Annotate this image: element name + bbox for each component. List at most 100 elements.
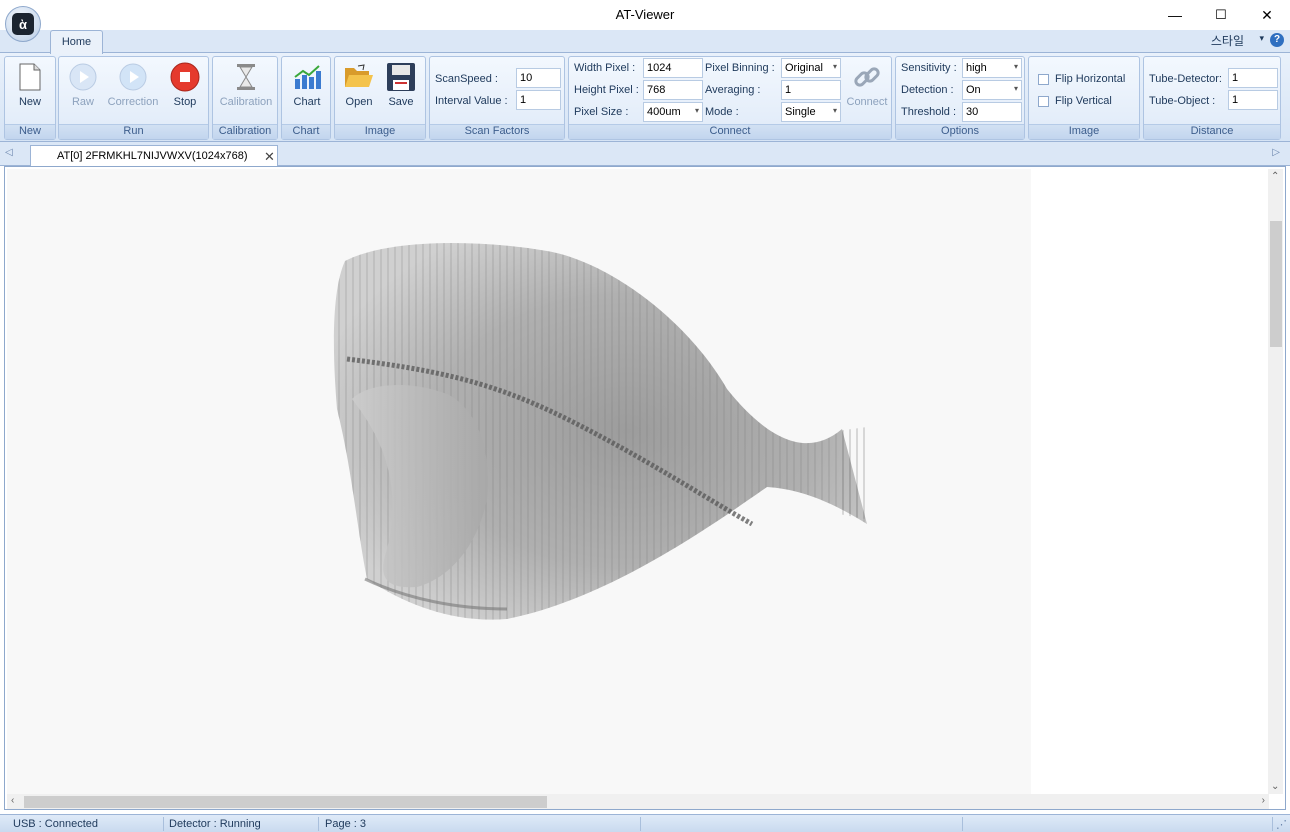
interval-value-field[interactable]: 1: [516, 90, 561, 110]
chart-icon: [292, 62, 322, 92]
calibration-button[interactable]: Calibration: [216, 60, 276, 114]
group-connect: Width Pixel : 1024 Height Pixel : 768 Pi…: [568, 56, 892, 140]
status-divider: [962, 817, 963, 831]
pixel-binning-label: Pixel Binning :: [705, 62, 775, 74]
image-viewport: ⌃ ⌄ ‹ ›: [4, 166, 1286, 810]
minimize-button[interactable]: —: [1152, 0, 1198, 30]
chart-label: Chart: [293, 96, 321, 108]
save-button[interactable]: Save: [381, 60, 421, 114]
pixel-binning-select[interactable]: Original: [781, 58, 841, 78]
group-run: Raw Correction Stop Run: [58, 56, 209, 140]
link-icon: [852, 62, 882, 92]
new-document-icon: [15, 62, 45, 92]
maximize-button[interactable]: ☐: [1198, 0, 1244, 30]
status-divider: [640, 817, 641, 831]
detection-select[interactable]: On: [962, 80, 1022, 100]
scroll-down-icon[interactable]: ⌄: [1271, 781, 1279, 792]
group-distance: Tube-Detector: 1 Tube-Object : 1 Distanc…: [1143, 56, 1281, 140]
play-icon: [68, 62, 98, 92]
new-button[interactable]: New: [9, 60, 51, 114]
stop-button[interactable]: Stop: [165, 60, 205, 114]
open-button[interactable]: Open: [339, 60, 379, 114]
connect-button[interactable]: Connect: [843, 60, 891, 114]
status-bar: USB : Connected Detector : Running Page …: [0, 814, 1290, 832]
averaging-label: Averaging :: [705, 84, 761, 96]
group-calibration: Calibration Calibration: [212, 56, 278, 140]
scroll-right-icon[interactable]: ›: [1262, 795, 1265, 806]
correction-button[interactable]: Correction: [105, 60, 161, 114]
group-scan-factors: ScanSpeed : 10 Interval Value : 1 Scan F…: [429, 56, 565, 140]
tube-detector-field[interactable]: 1: [1228, 68, 1278, 88]
group-label-new: New: [5, 124, 55, 139]
help-icon[interactable]: ?: [1270, 33, 1284, 47]
group-image: Open Save Image: [334, 56, 426, 140]
group-chart: Chart Chart: [281, 56, 331, 140]
group-label-image: Image: [335, 124, 425, 139]
chevron-down-icon[interactable]: ▾: [1259, 33, 1264, 44]
sensitivity-label: Sensitivity :: [901, 62, 957, 74]
flip-horizontal-checkbox[interactable]: [1038, 74, 1049, 85]
raw-button[interactable]: Raw: [63, 60, 103, 114]
ribbon-tab-row: [0, 30, 1290, 52]
title-bar: AT-Viewer — ☐ ✕: [0, 0, 1290, 30]
averaging-field[interactable]: 1: [781, 80, 841, 100]
tube-object-label: Tube-Object :: [1149, 95, 1216, 107]
group-image-flip: Flip Horizontal Flip Vertical Image: [1028, 56, 1140, 140]
mode-label: Mode :: [705, 106, 739, 118]
status-divider: [318, 817, 319, 831]
height-pixel-field[interactable]: 768: [643, 80, 703, 100]
raw-label: Raw: [71, 96, 94, 108]
floppy-disk-icon: [386, 62, 416, 92]
flip-vertical-checkbox[interactable]: [1038, 96, 1049, 107]
window-title: AT-Viewer: [615, 7, 675, 22]
vertical-scroll-thumb[interactable]: [1270, 221, 1282, 347]
group-label-calibration: Calibration: [213, 124, 277, 139]
scroll-left-icon[interactable]: ‹: [11, 795, 14, 806]
app-logo-icon[interactable]: ὰ: [5, 6, 41, 42]
page-status: Page : 3: [325, 818, 366, 830]
open-label: Open: [345, 96, 373, 108]
resize-grip-icon[interactable]: ⋰: [1276, 818, 1287, 831]
xray-image[interactable]: [7, 169, 1031, 794]
interval-value-label: Interval Value :: [435, 95, 508, 107]
tab-scroll-left-icon[interactable]: ◁: [5, 147, 13, 158]
usb-status: USB : Connected: [13, 818, 98, 830]
close-button[interactable]: ✕: [1244, 0, 1290, 30]
tube-object-field[interactable]: 1: [1228, 90, 1278, 110]
tab-home[interactable]: Home: [50, 30, 103, 54]
flip-horizontal-label[interactable]: Flip Horizontal: [1055, 73, 1125, 85]
vertical-scrollbar[interactable]: ⌃ ⌄: [1268, 169, 1283, 794]
mode-select[interactable]: Single: [781, 102, 841, 122]
detection-label: Detection :: [901, 84, 954, 96]
scan-speed-field[interactable]: 10: [516, 68, 561, 88]
document-tab[interactable]: AT[0] 2FRMKHL7NIJVWXV(1024x768): [30, 145, 278, 166]
tab-scroll-right-icon[interactable]: ▷: [1272, 147, 1280, 158]
threshold-field[interactable]: 30: [962, 102, 1022, 122]
calibration-label: Calibration: [219, 96, 273, 108]
new-label: New: [18, 96, 41, 108]
horizontal-scrollbar[interactable]: ‹ ›: [7, 794, 1269, 809]
connect-label: Connect: [846, 96, 888, 108]
scan-speed-label: ScanSpeed :: [435, 73, 498, 85]
horizontal-scroll-thumb[interactable]: [24, 796, 547, 808]
group-label-image-flip: Image: [1029, 124, 1139, 139]
correction-label: Correction: [107, 96, 159, 108]
flip-vertical-label[interactable]: Flip Vertical: [1055, 95, 1112, 107]
pixel-size-label: Pixel Size :: [574, 106, 629, 118]
group-new: New New: [4, 56, 56, 140]
status-divider: [163, 817, 164, 831]
tube-detector-label: Tube-Detector:: [1149, 73, 1222, 85]
chart-button[interactable]: Chart: [285, 60, 329, 114]
status-divider: [1272, 817, 1273, 831]
save-label: Save: [388, 96, 414, 108]
detector-status: Detector : Running: [169, 818, 261, 830]
width-pixel-field[interactable]: 1024: [643, 58, 703, 78]
pixel-size-select[interactable]: 400um: [643, 102, 703, 122]
style-menu[interactable]: 스타일: [1211, 32, 1244, 49]
close-icon[interactable]: ✕: [264, 149, 275, 165]
group-label-connect: Connect: [569, 124, 891, 139]
width-pixel-label: Width Pixel :: [574, 62, 636, 74]
ribbon: New New Raw Correction Stop Run Calibrat…: [0, 52, 1290, 142]
sensitivity-select[interactable]: high: [962, 58, 1022, 78]
scroll-up-icon[interactable]: ⌃: [1271, 171, 1279, 182]
